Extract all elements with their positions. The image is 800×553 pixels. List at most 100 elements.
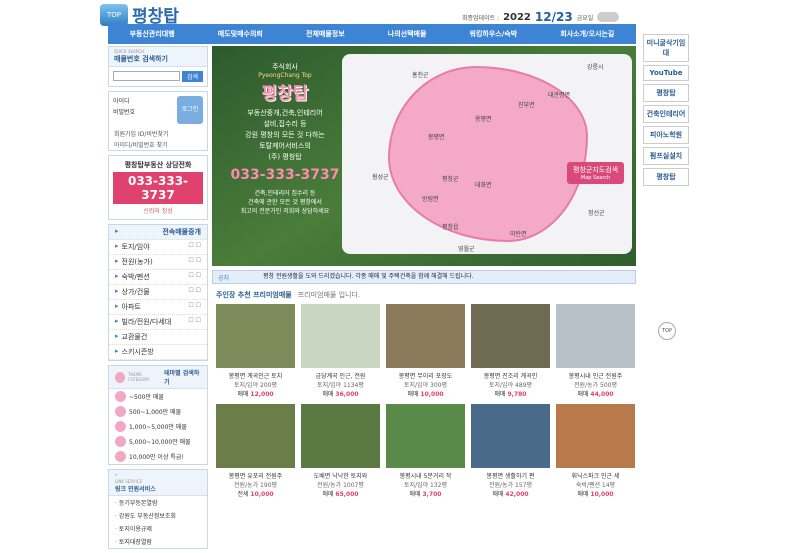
link-item-3[interactable]: 토지이용규제 (109, 522, 207, 535)
top-button[interactable]: TOP (658, 322, 676, 340)
listing-title[interactable]: 봉평면 진조리 계곡인 (471, 371, 550, 380)
listing-subtitle: 토지/임야 489평 (489, 382, 532, 389)
password-field[interactable]: 비밀번호 (113, 107, 174, 118)
listing-title[interactable]: 봉평면 유포리 전원주 (216, 471, 295, 480)
right-banner[interactable]: 건축인테리어 (643, 105, 689, 123)
search-input[interactable] (113, 71, 180, 81)
listing-thumbnail[interactable] (471, 304, 550, 368)
listing-title[interactable]: 봉평면 무이리 포장도 (386, 371, 465, 380)
listing-card[interactable]: 봉평면 진조리 계곡인 토지/임야 489평 매매 9,780 (471, 304, 550, 398)
right-banner[interactable]: 평창탑 (643, 168, 689, 186)
map-label: 미탄면 (510, 231, 527, 238)
region-map[interactable]: 홍천군 강릉시 대관령면 진부면 용평면 봉평면 평창군 대화면 방림면 평창읍… (342, 54, 632, 254)
category-item-ski[interactable]: 스키시즌방 (109, 345, 207, 360)
notice-ticker[interactable]: 공지 평창 전원생활을 도와 드리겠습니다. 각종 매매 및 주택건축을 함께 … (212, 270, 636, 284)
listing-price: 매매 10,000 (407, 391, 444, 398)
price-item-2[interactable]: 500~1,000만 매물 (109, 404, 207, 419)
call-phone: 033-333-3737 (113, 172, 203, 204)
listing-thumbnail[interactable] (301, 304, 380, 368)
listing-card[interactable]: 도배면 낙낙한 토지와 전원/농가 1007평 매매 65,000 (301, 404, 380, 498)
listing-price: 매매 36,000 (322, 391, 359, 398)
nav-item-request[interactable]: 매도및매수의뢰 (218, 29, 263, 39)
recommend-subtitle: 프리미엄매물 입니다. (297, 291, 361, 299)
listing-title[interactable]: 금당계곡 인근, 전원 (301, 371, 380, 380)
theme-heading: THEME CATEGORY 테마별 검색하기 (109, 366, 207, 389)
listing-thumbnail[interactable] (386, 404, 465, 468)
nav-item-working-house[interactable]: 워킹하우스/숙박 (470, 29, 518, 39)
listing-thumbnail[interactable] (556, 404, 635, 468)
listing-thumbnail[interactable] (301, 404, 380, 468)
map-label: 강릉시 (587, 64, 604, 71)
category-item-pension[interactable]: 숙박/펜션☐ ☐ (109, 270, 207, 285)
update-label: 최종업데이트 : (462, 14, 500, 22)
listing-card[interactable]: 금당계곡 인근, 전원토지/임야 1134평매매 36,000 (301, 304, 380, 398)
price-item-5[interactable]: 10,000만 이상 특급! (109, 449, 207, 464)
category-item-apartment[interactable]: 아파트☐ ☐ (109, 300, 207, 315)
banner-eng: PyeongChang Top (258, 72, 312, 79)
nav-item-management[interactable]: 부동산관리대행 (130, 29, 175, 39)
call-box: 평창탑부동산 상담전화 033-333-3737 신뢰와 정성 (108, 155, 208, 220)
listing-title[interactable]: 봉평면 생활하기 편 (471, 471, 550, 480)
notice-tag: 공지 (218, 275, 230, 282)
search-button[interactable]: 검색 (181, 71, 203, 82)
listing-thumbnail[interactable] (556, 304, 635, 368)
banner-name: 평창탑 (261, 84, 309, 104)
price-item-3[interactable]: 1,000~5,000만 매물 (109, 419, 207, 434)
listing-title[interactable]: 도배면 낙낙한 토지와 (301, 471, 380, 480)
listing-card[interactable]: 봉평시내 인근 전원주 전원/농가 500평 매매 44,000 (556, 304, 635, 398)
right-banner[interactable]: YouTube (643, 65, 689, 81)
listing-subtitle: 토지/임야 200평 (234, 382, 277, 389)
nav-item-my-listings[interactable]: 나의선택매물 (388, 29, 427, 39)
map-search-button[interactable]: 평창군지도검색 Map Search (567, 162, 625, 184)
listing-card[interactable]: 봉평시내 5분거리 작 토지/임야 132평 매매 3,700 (386, 404, 465, 498)
listing-title[interactable]: 봉평시내 5분거리 작 (386, 471, 465, 480)
login-button[interactable]: 로그인 (177, 96, 203, 124)
listing-title[interactable]: 휘닉스파크 인근 세 (556, 471, 635, 480)
map-label: 진부면 (518, 102, 535, 109)
listing-card[interactable]: 봉평면 생활하기 편 전원/농가 157평 매매 42,000 (471, 404, 550, 498)
right-banner[interactable]: 펌프실설치 (643, 147, 689, 165)
register-link[interactable]: 회원가입 ID/비번찾기 (109, 128, 207, 139)
link-item-1[interactable]: 등기부등본열람 (109, 496, 207, 509)
main-nav: 부동산관리대행 매도및매수의뢰 전체매물정보 나의선택매물 워킹하우스/숙박 회… (108, 24, 636, 44)
listing-card[interactable]: 봉평면 무이리 포장도 토지/임야 300평 매매 10,000 (386, 304, 465, 398)
listing-thumbnail[interactable] (216, 304, 295, 368)
listing-subtitle: 전원/농가 190평 (234, 482, 277, 489)
category-heading: 전속매물중개 (109, 225, 207, 240)
category-item-building[interactable]: 상가/건물☐ ☐ (109, 285, 207, 300)
price-item-1[interactable]: ~500만 매물 (109, 389, 207, 404)
find-account-link[interactable]: 아이디/비밀번호 찾기 (109, 139, 207, 150)
right-sidebar: 미니굴삭기임대 YouTube 평창탑 건축인테리어 피아노학원 펌프실설치 평… (643, 34, 693, 189)
listing-thumbnail[interactable] (471, 404, 550, 468)
listing-card[interactable]: 봉평면 계곡인근 토지 토지/임야 200평 매매 12,000 (216, 304, 295, 398)
price-item-4[interactable]: 5,000~10,000만 매물 (109, 434, 207, 449)
listing-title[interactable]: 봉평면 계곡인근 토지 (216, 371, 295, 380)
logo-icon: TOP (100, 3, 128, 26)
listing-price: 매매 42,000 (492, 491, 529, 498)
listing-card[interactable]: 휘닉스파크 인근 세 숙박/펜션 14평 매매 10,000 (556, 404, 635, 498)
category-item-exchange[interactable]: 교환물건 (109, 330, 207, 345)
category-item-land[interactable]: 토지/임야☐ ☐ (109, 240, 207, 255)
recommend-title: 주인장 추천 프리미엄매물 (216, 291, 292, 299)
right-banner[interactable]: 평창탑 (643, 84, 689, 102)
id-field[interactable]: 아이디 (113, 96, 174, 107)
right-banner[interactable]: 미니굴삭기임대 (643, 34, 689, 62)
right-banner[interactable]: 피아노학원 (643, 126, 689, 144)
link-item-2[interactable]: 강원도 부동산정보조회 (109, 509, 207, 522)
theme-box: THEME CATEGORY 테마별 검색하기 ~500만 매물 500~1,00… (108, 365, 208, 465)
listing-subtitle: 전원/농가 500평 (574, 382, 617, 389)
update-year: 2022 (503, 11, 531, 23)
listing-thumbnail[interactable] (216, 404, 295, 468)
nav-item-all-listings[interactable]: 전체매물정보 (306, 29, 345, 39)
listing-title[interactable]: 봉평시내 인근 전원주 (556, 371, 635, 380)
category-item-farm[interactable]: 전원(농가)☐ ☐ (109, 255, 207, 270)
nav-item-about[interactable]: 회사소개/오시는길 (560, 29, 614, 39)
listing-thumbnail[interactable] (386, 304, 465, 368)
link-item-4[interactable]: 토지대장열람 (109, 535, 207, 548)
left-sidebar: QUICK SEARCH 매물번호 검색하기 검색 아이디 비밀번호 로그인 회원가… (108, 46, 208, 553)
category-item-villa[interactable]: 빌라/전원/다세대☐ ☐ (109, 315, 207, 330)
listing-price: 매매 3,700 (409, 491, 442, 498)
listing-card[interactable]: 봉평면 유포리 전원주 전원/농가 190평 전세 10,000 (216, 404, 295, 498)
listing-subtitle: 토지/임야 1134평 (317, 382, 364, 389)
login-box: 아이디 비밀번호 로그인 회원가입 ID/비번찾기 아이디/비밀번호 찾기 (108, 91, 208, 151)
